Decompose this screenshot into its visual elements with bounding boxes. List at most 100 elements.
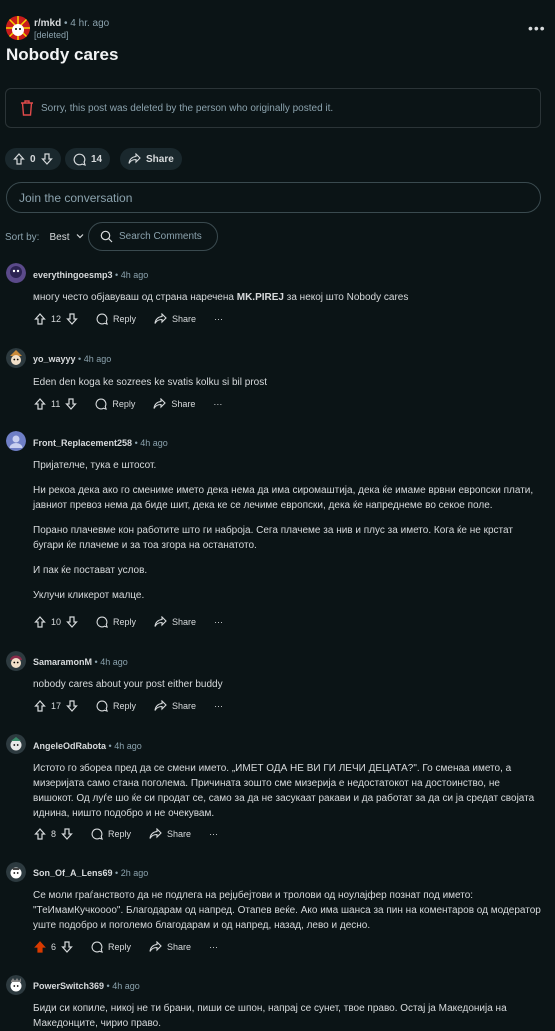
post-vote-count: 0 bbox=[30, 153, 36, 165]
sort-label: Sort by: bbox=[5, 232, 40, 243]
comment-paragraph: Уклучи кликерот малце. bbox=[33, 590, 145, 601]
more-options-icon[interactable]: ··· bbox=[213, 399, 222, 409]
search-placeholder: Search Comments bbox=[119, 231, 202, 242]
comment-author[interactable]: AngeleOdRabota • 4h ago bbox=[33, 741, 142, 751]
avatar[interactable] bbox=[6, 263, 26, 283]
sort-control[interactable]: Sort by: Best bbox=[5, 232, 84, 243]
comment-actions: 11 Reply Share ··· bbox=[34, 398, 240, 410]
deleted-notice: Sorry, this post was deleted by the pers… bbox=[5, 88, 541, 128]
vote-count: 8 bbox=[51, 829, 57, 839]
share-button[interactable]: Share bbox=[154, 616, 196, 628]
comment-actions: 12 Reply Share ··· bbox=[34, 313, 241, 325]
share-icon bbox=[153, 398, 167, 409]
avatar[interactable] bbox=[6, 734, 26, 754]
share-icon bbox=[154, 616, 167, 627]
post-vote-bar: 0 bbox=[5, 148, 61, 170]
reply-button[interactable]: Reply bbox=[96, 616, 136, 628]
reply-icon bbox=[96, 700, 108, 712]
more-options-icon[interactable]: ··· bbox=[214, 701, 223, 711]
comment-body: многу често објавуваш од страна наречена… bbox=[33, 292, 409, 303]
comment-actions: 6 Reply Share ··· bbox=[34, 941, 236, 953]
comment-author[interactable]: yo_wayyy • 4h ago bbox=[33, 354, 111, 364]
comment-author[interactable]: Front_Replacement258 • 4h ago bbox=[33, 438, 168, 448]
upvote-icon[interactable] bbox=[34, 700, 46, 712]
reply-button[interactable]: Reply bbox=[91, 828, 131, 840]
share-icon bbox=[149, 828, 162, 839]
downvote-icon[interactable] bbox=[66, 700, 78, 712]
vote-count: 10 bbox=[51, 617, 62, 627]
more-options-icon[interactable]: ··· bbox=[214, 314, 223, 324]
post-title: Nobody cares bbox=[6, 45, 119, 64]
comment-body: Истото го збореа пред да се смени името.… bbox=[33, 763, 535, 819]
upvote-icon[interactable] bbox=[13, 153, 25, 165]
comment-icon bbox=[73, 153, 86, 166]
comment-body: Се моли граѓанството да не подлега на ре… bbox=[33, 890, 541, 931]
comment-author[interactable]: everythingoesmp3 • 4h ago bbox=[33, 270, 148, 280]
comment-actions: 8 Reply Share ··· bbox=[34, 828, 236, 840]
more-options-icon[interactable]: ··· bbox=[209, 942, 218, 952]
comment-paragraph: Пријателче, тука е штосот. bbox=[33, 460, 157, 471]
reply-button[interactable]: Reply bbox=[91, 941, 131, 953]
comment-paragraph: Ни рекоа дека ако го смениме името дека … bbox=[33, 485, 534, 511]
share-button[interactable]: Share bbox=[149, 828, 191, 840]
comment-body: nobody cares about your post either budd… bbox=[33, 679, 223, 690]
more-options-icon[interactable]: ··· bbox=[209, 829, 218, 839]
vote-count: 11 bbox=[51, 399, 61, 409]
more-options-icon[interactable]: ••• bbox=[528, 20, 546, 36]
post-time: 4 hr. ago bbox=[70, 18, 110, 29]
reply-icon bbox=[96, 616, 108, 628]
downvote-icon[interactable] bbox=[65, 398, 78, 410]
post-author: [deleted] bbox=[34, 30, 69, 40]
avatar[interactable] bbox=[6, 975, 26, 995]
search-comments-input[interactable]: Search Comments bbox=[88, 222, 218, 251]
search-icon bbox=[100, 230, 113, 243]
downvote-icon[interactable] bbox=[61, 941, 73, 953]
share-button[interactable]: Share bbox=[120, 148, 182, 170]
vote-count: 6 bbox=[51, 942, 57, 952]
reply-icon bbox=[95, 398, 108, 410]
reply-button[interactable]: Reply bbox=[96, 700, 136, 712]
reply-icon bbox=[96, 313, 108, 325]
upvote-icon[interactable] bbox=[34, 313, 46, 325]
more-options-icon[interactable]: ··· bbox=[214, 617, 223, 627]
comment-paragraph: И пак ќе постават услов. bbox=[33, 565, 148, 576]
downvote-icon[interactable] bbox=[66, 313, 78, 325]
sort-value[interactable]: Best bbox=[49, 232, 69, 243]
join-placeholder: Join the conversation bbox=[19, 191, 133, 205]
comment-actions: 10 Reply Share ··· bbox=[34, 616, 241, 628]
avatar[interactable] bbox=[6, 348, 26, 368]
comment-author[interactable]: SamaramonM • 4h ago bbox=[33, 657, 128, 667]
share-icon bbox=[128, 153, 141, 164]
reply-button[interactable]: Reply bbox=[95, 398, 135, 410]
share-button[interactable]: Share bbox=[154, 313, 196, 325]
vote-count: 12 bbox=[51, 314, 62, 324]
avatar[interactable] bbox=[6, 431, 26, 451]
comment-body: Биди си копиле, никој не ти брани, пиши … bbox=[33, 1003, 507, 1029]
comment-count: 14 bbox=[91, 153, 103, 165]
reply-button[interactable]: Reply bbox=[96, 313, 136, 325]
avatar[interactable] bbox=[6, 651, 26, 671]
avatar[interactable] bbox=[6, 862, 26, 882]
comments-button[interactable]: 14 bbox=[65, 148, 111, 170]
reply-icon bbox=[91, 828, 103, 840]
vote-count: 17 bbox=[51, 701, 62, 711]
join-conversation-input[interactable]: Join the conversation bbox=[6, 182, 541, 213]
trash-icon bbox=[21, 100, 33, 116]
upvote-icon-active[interactable] bbox=[34, 941, 46, 953]
comment-author[interactable]: PowerSwitch369 • 4h ago bbox=[33, 981, 140, 991]
downvote-icon[interactable] bbox=[61, 828, 73, 840]
downvote-icon[interactable] bbox=[66, 616, 78, 628]
subreddit-name[interactable]: r/mkd • 4 hr. ago bbox=[34, 18, 109, 29]
share-icon bbox=[149, 941, 162, 952]
upvote-icon[interactable] bbox=[34, 828, 46, 840]
downvote-icon[interactable] bbox=[40, 153, 53, 165]
share-button[interactable]: Share bbox=[154, 700, 196, 712]
subreddit-avatar[interactable] bbox=[6, 16, 30, 40]
deleted-message: Sorry, this post was deleted by the pers… bbox=[41, 103, 334, 114]
share-button[interactable]: Share bbox=[153, 398, 195, 410]
upvote-icon[interactable] bbox=[34, 398, 46, 410]
upvote-icon[interactable] bbox=[34, 616, 46, 628]
comment-body: Пријателче, тука е штосот. Ни рекоа дека… bbox=[33, 458, 543, 613]
comment-author[interactable]: Son_Of_A_Lens69 • 2h ago bbox=[33, 868, 148, 878]
share-button[interactable]: Share bbox=[149, 941, 191, 953]
